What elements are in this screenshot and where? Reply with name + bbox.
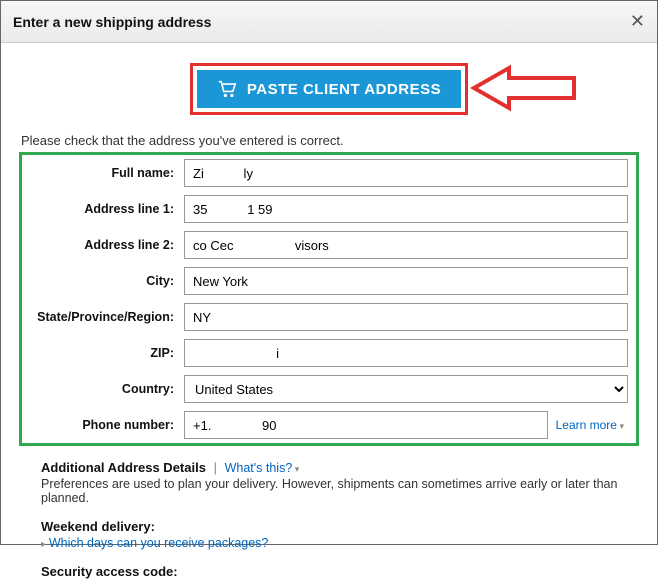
additional-details: Additional Address Details | What's this… [19, 460, 639, 505]
label-address1: Address line 1: [22, 202, 184, 216]
row-state: State/Province/Region: [22, 299, 636, 335]
row-full-name: Full name: [22, 155, 636, 191]
instruction-text: Please check that the address you've ent… [19, 133, 639, 148]
close-icon: ✕ [630, 11, 645, 31]
address-form: Full name: Address line 1: Address line … [19, 152, 639, 446]
label-full-name: Full name: [22, 166, 184, 180]
weekend-link[interactable]: Which days can you receive packages? [41, 536, 639, 550]
cart-icon [217, 80, 237, 98]
additional-title: Additional Address Details [41, 460, 206, 475]
label-state: State/Province/Region: [22, 310, 184, 324]
country-select[interactable]: United States [184, 375, 628, 403]
pointer-arrow-icon [464, 63, 584, 113]
paste-button-container: PASTE CLIENT ADDRESS [19, 63, 639, 115]
city-field[interactable] [184, 267, 628, 295]
modal-content: PASTE CLIENT ADDRESS Please check that t… [1, 43, 657, 579]
paste-client-address-button[interactable]: PASTE CLIENT ADDRESS [197, 70, 461, 108]
modal-title: Enter a new shipping address [13, 14, 211, 30]
row-zip: ZIP: [22, 335, 636, 371]
close-button[interactable]: ✕ [630, 11, 645, 32]
row-city: City: [22, 263, 636, 299]
modal-header: Enter a new shipping address ✕ [1, 1, 657, 43]
weekend-delivery: Weekend delivery: Which days can you rec… [19, 519, 639, 550]
separator: | [214, 460, 217, 475]
security-title: Security access code: [41, 564, 178, 579]
zip-field[interactable] [184, 339, 628, 367]
preferences-text: Preferences are used to plan your delive… [41, 477, 639, 505]
weekend-title: Weekend delivery: [41, 519, 639, 534]
label-phone: Phone number: [22, 418, 184, 432]
label-zip: ZIP: [22, 346, 184, 360]
address-line-2-field[interactable] [184, 231, 628, 259]
full-name-field[interactable] [184, 159, 628, 187]
label-address2: Address line 2: [22, 238, 184, 252]
row-address2: Address line 2: [22, 227, 636, 263]
paste-highlight-box: PASTE CLIENT ADDRESS [190, 63, 468, 115]
paste-button-label: PASTE CLIENT ADDRESS [247, 81, 441, 98]
phone-field[interactable] [184, 411, 548, 439]
address-line-1-field[interactable] [184, 195, 628, 223]
row-address1: Address line 1: [22, 191, 636, 227]
learn-more-link[interactable]: Learn more [556, 418, 624, 432]
security-access: Security access code: [19, 564, 639, 579]
row-phone: Phone number: Learn more [22, 407, 636, 443]
row-country: Country: United States [22, 371, 636, 407]
label-city: City: [22, 274, 184, 288]
label-country: Country: [22, 382, 184, 396]
whats-this-link[interactable]: What's this? [225, 461, 300, 475]
state-field[interactable] [184, 303, 628, 331]
